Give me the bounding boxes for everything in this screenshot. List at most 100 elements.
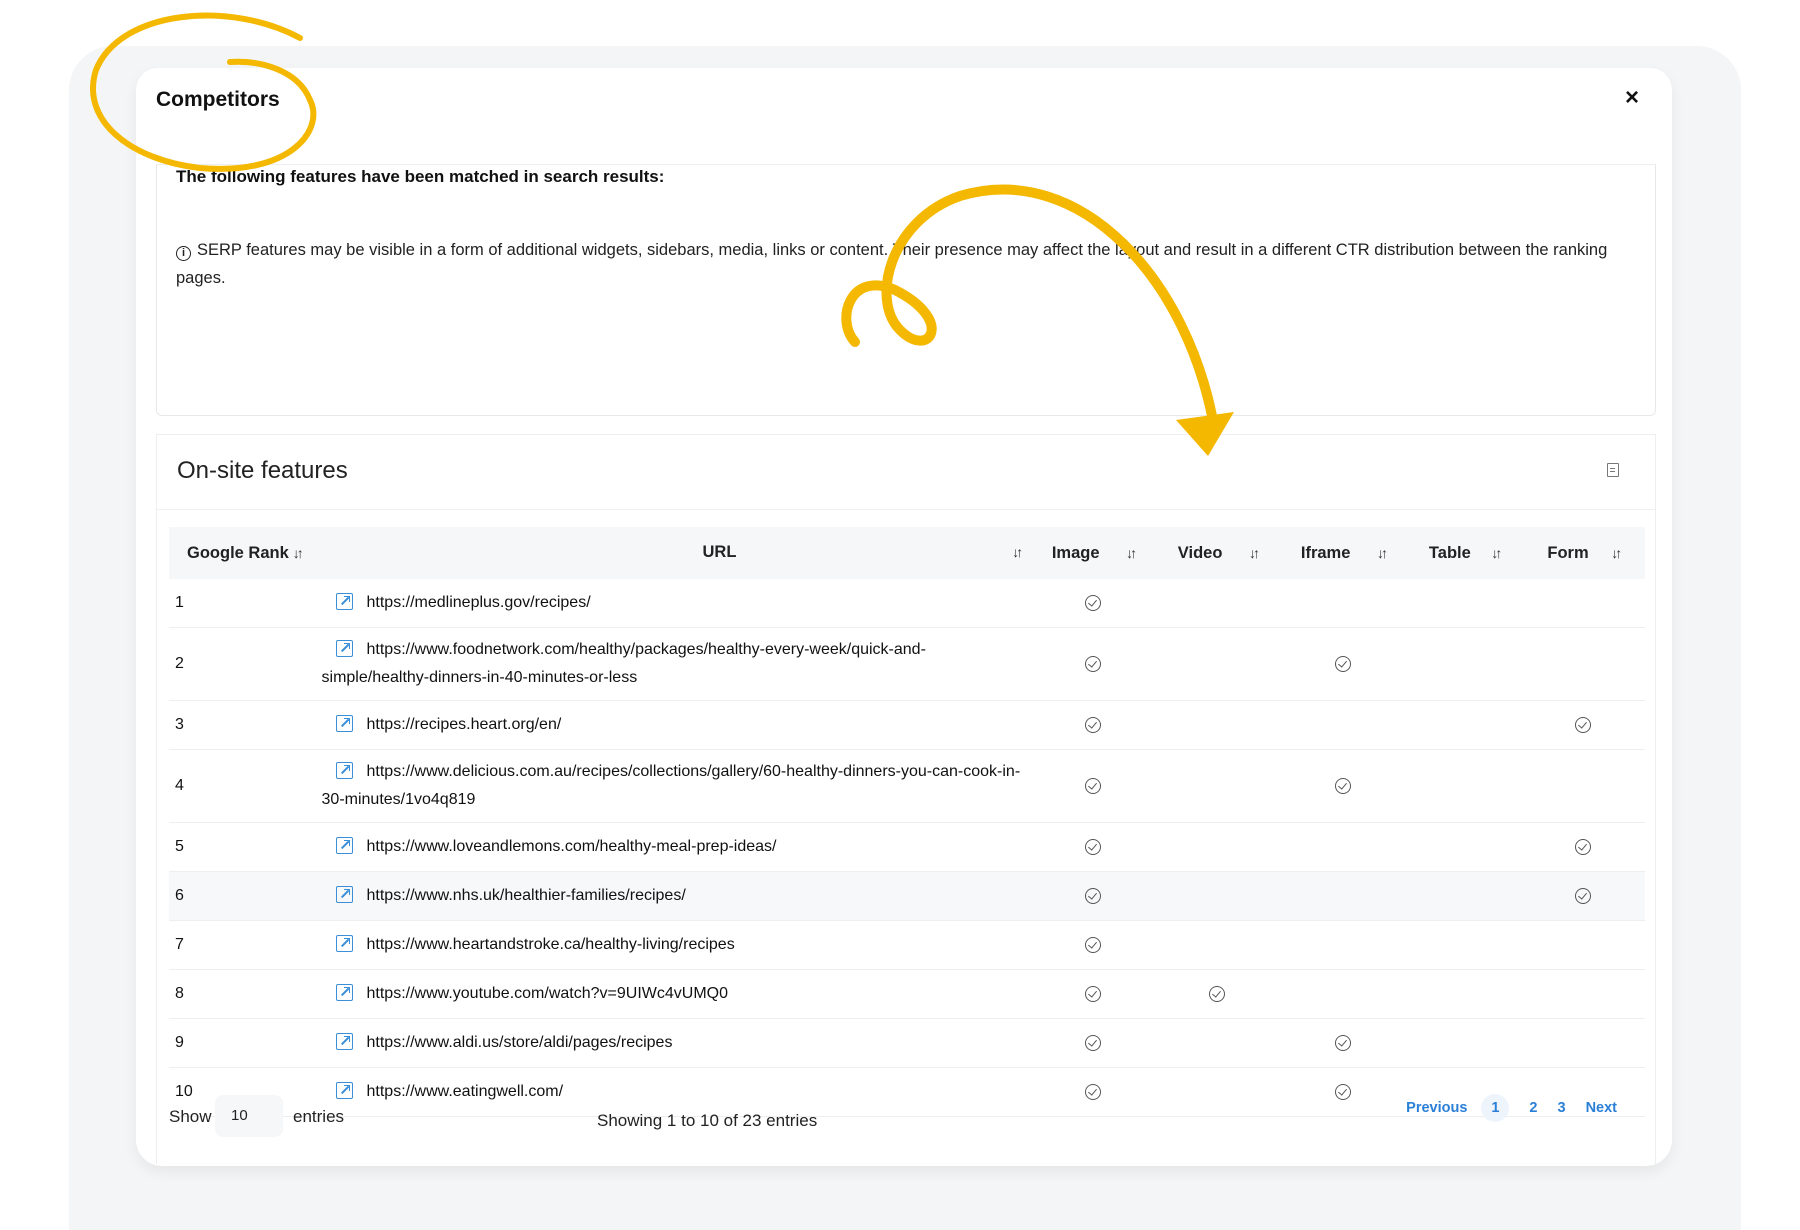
- table-row: 2 https://www.foodnetwork.com/healthy/pac…: [169, 627, 1645, 701]
- form-cell: [1521, 1018, 1645, 1068]
- url-cell: https://www.delicious.com.au/recipes/col…: [315, 749, 1031, 823]
- table-row: 6 https://www.nhs.uk/healthier-families/r…: [169, 871, 1645, 921]
- rank-cell: 5: [169, 822, 316, 872]
- serp-note-text: SERP features may be visible in a form o…: [176, 241, 1608, 287]
- rank-cell: 2: [169, 627, 316, 701]
- video-cell: [1155, 1067, 1280, 1117]
- rank-cell: 3: [169, 700, 316, 750]
- external-link-icon[interactable]: [335, 715, 353, 732]
- url-link[interactable]: https://www.youtube.com/watch?v=9UIWc4vU…: [367, 985, 728, 1002]
- external-link-icon[interactable]: [335, 593, 353, 610]
- sort-icon[interactable]: ↓↑: [1012, 544, 1023, 560]
- table-cell: [1406, 700, 1522, 750]
- check-circle-icon: [1084, 838, 1101, 855]
- url-link[interactable]: https://www.foodnetwork.com/healthy/pack…: [322, 641, 926, 686]
- modal-header: Competitors ×: [136, 68, 1672, 168]
- image-cell: [1030, 1067, 1156, 1117]
- check-circle-icon: [1084, 716, 1101, 733]
- features-table: Google Rank ↓↑ URL ↓↑ Image ↓↑ Video ↓↑ If…: [169, 527, 1645, 1117]
- onsite-features-panel: On-site features Google Rank ↓↑ URL ↓↑ Ima…: [156, 434, 1656, 1164]
- col-table[interactable]: Table ↓↑: [1407, 527, 1522, 579]
- sort-icon[interactable]: ↓↑: [1491, 545, 1502, 561]
- table-cell: [1406, 1018, 1522, 1068]
- table-row: 8 https://www.youtube.com/watch?v=9UIWc4v…: [169, 969, 1645, 1019]
- next-button[interactable]: Next: [1586, 1100, 1617, 1116]
- url-link[interactable]: https://www.aldi.us/store/aldi/pages/rec…: [367, 1034, 673, 1051]
- url-link[interactable]: https://www.loveandlemons.com/healthy-me…: [367, 838, 777, 855]
- showing-info: Showing 1 to 10 of 23 entries: [597, 1111, 818, 1130]
- check-circle-icon: [1084, 887, 1101, 904]
- form-cell: [1521, 627, 1645, 701]
- iframe-cell: [1279, 1018, 1407, 1068]
- form-cell: [1521, 871, 1645, 921]
- url-link[interactable]: https://medlineplus.gov/recipes/: [367, 594, 591, 611]
- serp-note: i SERP features may be visible in a form …: [176, 236, 1638, 292]
- image-cell: [1030, 1018, 1156, 1068]
- col-google-rank[interactable]: Google Rank ↓↑: [169, 527, 316, 579]
- col-video[interactable]: Video ↓↑: [1156, 527, 1279, 579]
- sort-icon[interactable]: ↓↑: [1377, 545, 1388, 561]
- url-cell: https://www.nhs.uk/healthier-families/re…: [315, 871, 1031, 921]
- check-circle-icon: [1334, 1083, 1351, 1100]
- check-circle-icon: [1084, 777, 1101, 794]
- check-circle-icon: [1084, 985, 1101, 1002]
- url-link[interactable]: https://recipes.heart.org/en/: [367, 716, 562, 733]
- external-link-icon[interactable]: [335, 935, 353, 952]
- rank-cell: 6: [169, 871, 316, 921]
- external-link-icon[interactable]: [335, 837, 353, 854]
- sort-icon[interactable]: ↓↑: [1126, 545, 1137, 561]
- col-form[interactable]: Form ↓↑: [1522, 527, 1645, 579]
- iframe-cell: [1279, 627, 1407, 701]
- video-cell: [1155, 822, 1280, 872]
- external-link-icon[interactable]: [335, 984, 353, 1001]
- sort-icon[interactable]: ↓↑: [1611, 545, 1622, 561]
- external-link-icon[interactable]: [335, 886, 353, 903]
- external-link-icon[interactable]: [335, 1033, 353, 1050]
- col-image[interactable]: Image ↓↑: [1030, 527, 1156, 579]
- sort-icon[interactable]: ↓↑: [293, 545, 304, 561]
- url-cell: https://www.loveandlemons.com/healthy-me…: [315, 822, 1031, 872]
- external-link-icon[interactable]: [335, 1082, 353, 1099]
- competitors-modal: Competitors × The following features hav…: [136, 68, 1672, 1166]
- url-link[interactable]: https://www.nhs.uk/healthier-families/re…: [367, 887, 686, 904]
- check-circle-icon: [1084, 594, 1101, 611]
- page-button-3[interactable]: 3: [1557, 1100, 1565, 1116]
- check-circle-icon: [1084, 936, 1101, 953]
- table-header-row: Google Rank ↓↑ URL ↓↑ Image ↓↑ Video ↓↑ If…: [169, 527, 1645, 579]
- page-button-1[interactable]: 1: [1481, 1094, 1510, 1122]
- external-link-icon[interactable]: [335, 640, 353, 657]
- rank-cell: 4: [169, 749, 316, 823]
- rank-cell: 1: [169, 579, 316, 628]
- url-link[interactable]: https://www.eatingwell.com/: [367, 1083, 564, 1100]
- sort-icon[interactable]: ↓↑: [1249, 545, 1260, 561]
- previous-button[interactable]: Previous: [1406, 1100, 1467, 1116]
- col-url[interactable]: URL ↓↑: [316, 527, 1031, 579]
- table-cell: [1406, 920, 1522, 970]
- page-size-select[interactable]: 10: [215, 1095, 283, 1137]
- pagination: Previous 1 2 3 Next: [1386, 1091, 1617, 1125]
- url-link[interactable]: https://www.delicious.com.au/recipes/col…: [322, 763, 1021, 808]
- video-cell: [1155, 700, 1280, 750]
- table-row: 3 https://recipes.heart.org/en/: [169, 700, 1645, 750]
- video-cell: [1155, 627, 1280, 701]
- image-cell: [1030, 749, 1156, 823]
- table-row: 9 https://www.aldi.us/store/aldi/pages/re…: [169, 1018, 1645, 1068]
- url-link[interactable]: https://www.heartandstroke.ca/healthy-li…: [367, 936, 735, 953]
- check-circle-icon: [1334, 1034, 1351, 1051]
- table-cell: [1406, 822, 1522, 872]
- modal-title: Competitors: [156, 88, 280, 111]
- image-cell: [1030, 969, 1156, 1019]
- external-link-icon[interactable]: [335, 762, 353, 779]
- page-button-2[interactable]: 2: [1529, 1100, 1537, 1116]
- iframe-cell: [1279, 920, 1407, 970]
- form-cell: [1521, 700, 1645, 750]
- export-file-icon[interactable]: [1607, 463, 1619, 477]
- form-cell: [1521, 579, 1645, 628]
- video-cell: [1155, 871, 1280, 921]
- col-iframe[interactable]: Iframe ↓↑: [1279, 527, 1407, 579]
- video-cell: [1155, 920, 1280, 970]
- close-icon[interactable]: ×: [1620, 86, 1644, 110]
- video-cell: [1155, 969, 1280, 1019]
- check-circle-icon: [1575, 838, 1592, 855]
- table-cell: [1406, 627, 1522, 701]
